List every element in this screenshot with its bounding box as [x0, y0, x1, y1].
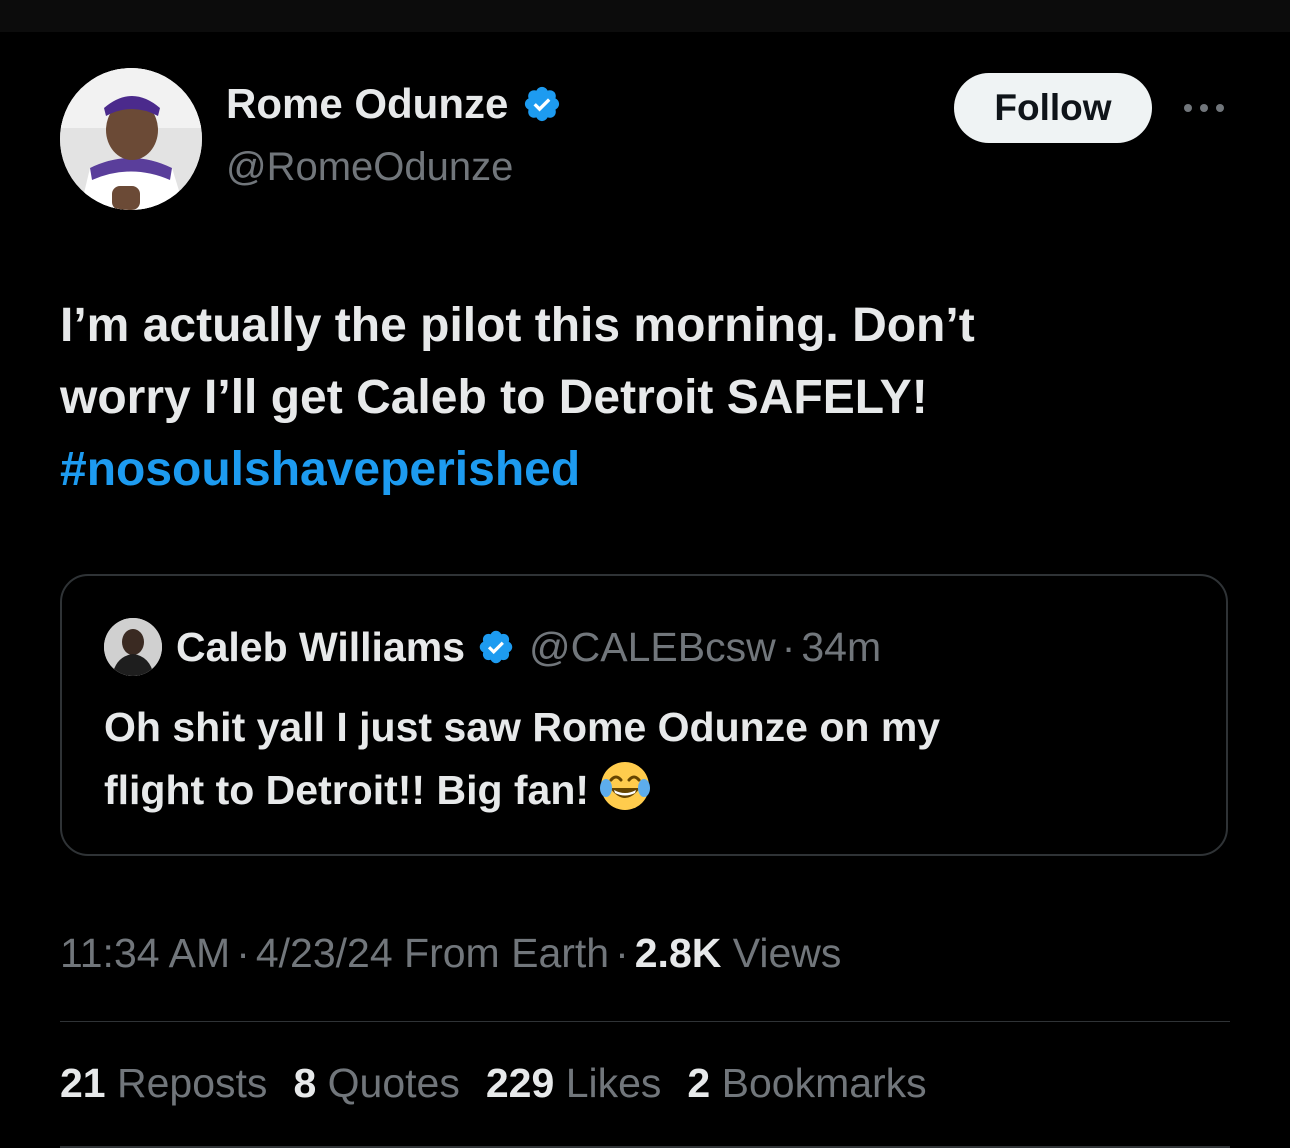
- author-photo: [60, 68, 202, 210]
- author-handle[interactable]: @RomeOdunze: [226, 145, 513, 190]
- verified-badge-icon[interactable]: [522, 84, 562, 124]
- quoted-author-name[interactable]: Caleb Williams: [176, 624, 465, 671]
- quoted-author-handle[interactable]: @CALEBcsw: [529, 624, 776, 671]
- quotes-count: 8: [293, 1060, 317, 1106]
- quoted-separator-dot: ·: [781, 623, 796, 670]
- reposts-stat[interactable]: 21 Reposts: [60, 1060, 267, 1107]
- reposts-count: 21: [60, 1060, 106, 1106]
- author-display-name[interactable]: Rome Odunze: [226, 80, 562, 128]
- quoted-tweet-text: Oh shit yall I just saw Rome Odunze on m…: [104, 696, 1184, 821]
- bookmarks-label: Bookmarks: [721, 1060, 927, 1106]
- quotes-stat[interactable]: 8 Quotes: [293, 1060, 459, 1107]
- quoted-author-photo: [104, 618, 162, 676]
- tweet-text-line-2: worry I’ll get Caleb to Detroit SAFELY!: [60, 371, 928, 424]
- meta-separator-dot: ·: [236, 930, 250, 976]
- quoted-tweet-card[interactable]: Caleb Williams @CALEBcsw · 34m Oh shit y…: [60, 574, 1228, 856]
- bookmarks-stat[interactable]: 2 Bookmarks: [687, 1060, 926, 1107]
- tweet-date[interactable]: 4/23/24: [256, 930, 393, 976]
- author-name-text[interactable]: Rome Odunze: [226, 80, 508, 128]
- likes-label: Likes: [565, 1060, 662, 1106]
- more-options-icon[interactable]: [1180, 92, 1228, 124]
- quoted-tweet-header: Caleb Williams @CALEBcsw · 34m: [104, 618, 881, 676]
- quoted-text-line-1: Oh shit yall I just saw Rome Odunze on m…: [104, 704, 941, 750]
- quoted-timestamp[interactable]: 34m: [801, 624, 881, 671]
- tweet-meta-row: 11:34 AM · 4/23/24 From Earth · 2.8K Views: [60, 930, 841, 977]
- quotes-label: Quotes: [327, 1060, 460, 1106]
- bookmarks-count: 2: [687, 1060, 711, 1106]
- status-bar-strip: [0, 0, 1290, 32]
- engagement-stats-row: 21 Reposts 8 Quotes 229 Likes 2 Bookmark…: [60, 1060, 953, 1107]
- hashtag-link[interactable]: #nosoulshaveperished: [60, 434, 1210, 506]
- tweet-text: I’m actually the pilot this morning. Don…: [60, 290, 1210, 506]
- divider: [60, 1021, 1230, 1022]
- tweet-text-line-1: I’m actually the pilot this morning. Don…: [60, 299, 975, 352]
- likes-stat[interactable]: 229 Likes: [486, 1060, 662, 1107]
- follow-button[interactable]: Follow: [954, 73, 1152, 143]
- tweet-time[interactable]: 11:34 AM: [60, 930, 230, 976]
- author-avatar[interactable]: [60, 68, 202, 210]
- likes-count: 229: [485, 1060, 555, 1106]
- quoted-verified-badge-icon[interactable]: [477, 628, 515, 666]
- meta-separator-dot: ·: [615, 930, 629, 976]
- quoted-author-avatar[interactable]: [104, 618, 162, 676]
- quoted-text-line-2: flight to Detroit!! Big fan!: [104, 767, 590, 813]
- views-count: 2.8K: [634, 930, 722, 976]
- laughing-emoji-icon: [597, 758, 653, 814]
- views-label: Views: [732, 930, 842, 976]
- tweet-source: From Earth: [404, 930, 610, 976]
- reposts-label: Reposts: [117, 1060, 268, 1106]
